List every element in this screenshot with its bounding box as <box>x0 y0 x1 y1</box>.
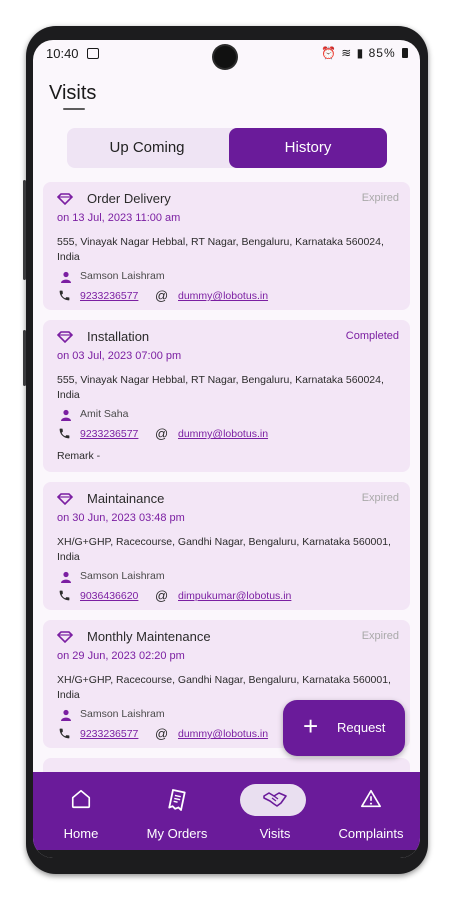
person-icon <box>61 409 71 421</box>
visit-email-link[interactable]: dummy@lobotus.in <box>178 728 268 740</box>
diamond-icon <box>57 631 73 643</box>
visit-tabs: Up Coming History <box>67 128 387 168</box>
visit-card[interactable]: Order Delivery Expired on 13 Jul, 2023 1… <box>43 182 410 310</box>
visit-person: Amit Saha <box>80 408 129 420</box>
status-indicators: ⏰ ≋ ▮ 85% <box>321 46 408 60</box>
diamond-icon <box>57 331 73 343</box>
request-button[interactable]: + Request <box>283 700 405 756</box>
nav-complaints[interactable]: Complaints <box>323 772 419 850</box>
nav-visits[interactable]: Visits <box>227 772 323 850</box>
visit-email-link[interactable]: dimpukumar@lobotus.in <box>178 590 291 602</box>
visit-person: Samson Laishram <box>80 270 165 282</box>
plus-icon: + <box>303 711 319 741</box>
title-underline <box>63 108 85 110</box>
phone-icon <box>59 290 70 301</box>
battery-icon <box>402 48 408 58</box>
request-label: Request <box>337 720 386 735</box>
nav-label: Visits <box>259 826 291 841</box>
volume-button <box>23 180 26 280</box>
visit-address: XH/G+GHP, Racecourse, Gandhi Nagar, Beng… <box>57 536 391 563</box>
handshake-icon <box>263 792 287 807</box>
receipt-icon <box>168 789 186 811</box>
visit-title: Maintainance <box>87 491 165 506</box>
visit-title: Order Delivery <box>87 191 171 206</box>
visit-phone-link[interactable]: 9233236577 <box>80 428 138 440</box>
visit-date: on 03 Jul, 2023 07:00 pm <box>57 350 182 362</box>
visit-remark: Remark - <box>57 450 101 462</box>
nav-label: Home <box>63 826 99 841</box>
person-icon <box>61 571 71 583</box>
signal-icon: ▮ <box>356 46 365 60</box>
phone-icon <box>59 590 70 601</box>
nav-my-orders[interactable]: My Orders <box>129 772 225 850</box>
at-icon: @ <box>155 588 169 603</box>
visit-title: Installation <box>87 329 150 344</box>
visit-person: Samson Laishram <box>80 570 165 582</box>
front-camera <box>214 46 236 68</box>
at-icon: @ <box>155 726 169 741</box>
image-notification-icon <box>87 48 99 59</box>
phone-icon <box>59 428 70 439</box>
phone-icon <box>59 728 70 739</box>
visit-date: on 13 Jul, 2023 11:00 am <box>57 212 181 224</box>
diamond-icon <box>57 493 73 505</box>
visit-address: 555, Vinayak Nagar Hebbal, RT Nagar, Ben… <box>57 236 384 263</box>
visit-status: Expired <box>361 492 399 504</box>
visit-phone-link[interactable]: 9233236577 <box>80 290 138 302</box>
status-bar: 10:40 ⏰ ≋ ▮ 85% <box>33 40 420 68</box>
visit-email-link[interactable]: dummy@lobotus.in <box>178 428 268 440</box>
nav-label: My Orders <box>146 826 208 841</box>
visit-phone-link[interactable]: 9233236577 <box>80 728 138 740</box>
visit-email-link[interactable]: dummy@lobotus.in <box>178 290 268 302</box>
visit-date: on 30 Jun, 2023 03:48 pm <box>57 512 185 524</box>
app-screen: 10:40 ⏰ ≋ ▮ 85% Visits Up Coming History… <box>33 40 420 858</box>
battery-percentage: 85% <box>368 46 396 60</box>
power-button <box>23 330 26 386</box>
at-icon: @ <box>155 426 169 441</box>
diamond-icon <box>57 193 73 205</box>
visit-card[interactable]: Installation Completed on 03 Jul, 2023 0… <box>43 320 410 472</box>
visit-card[interactable]: Maintainance Expired on 30 Jun, 2023 03:… <box>43 482 410 610</box>
visit-address: 555, Vinayak Nagar Hebbal, RT Nagar, Ben… <box>57 374 384 401</box>
home-icon <box>71 789 91 809</box>
visit-person: Samson Laishram <box>80 708 165 720</box>
visit-date: on 29 Jun, 2023 02:20 pm <box>57 650 185 662</box>
nav-label: Complaints <box>338 826 404 841</box>
visit-phone-link[interactable]: 9036436620 <box>80 590 138 602</box>
tab-history[interactable]: History <box>229 128 387 168</box>
visit-title: Monthly Maintenance <box>87 629 211 644</box>
system-nav-bar <box>33 850 420 858</box>
person-icon <box>61 271 71 283</box>
visit-status: Expired <box>361 630 399 642</box>
bottom-navigation: Home My Orders Visits Complaints <box>33 772 420 850</box>
wifi-icon: ≋ <box>341 46 353 60</box>
status-time: 10:40 <box>46 46 79 61</box>
person-icon <box>61 709 71 721</box>
visit-status: Expired <box>361 192 399 204</box>
at-icon: @ <box>155 288 169 303</box>
alarm-icon: ⏰ <box>320 46 337 60</box>
visit-address: XH/G+GHP, Racecourse, Gandhi Nagar, Beng… <box>57 674 391 701</box>
warning-icon <box>361 789 381 808</box>
tab-upcoming[interactable]: Up Coming <box>67 128 227 168</box>
visit-status: Completed <box>345 330 399 342</box>
nav-home[interactable]: Home <box>33 772 129 850</box>
page-title: Visits <box>49 82 97 104</box>
